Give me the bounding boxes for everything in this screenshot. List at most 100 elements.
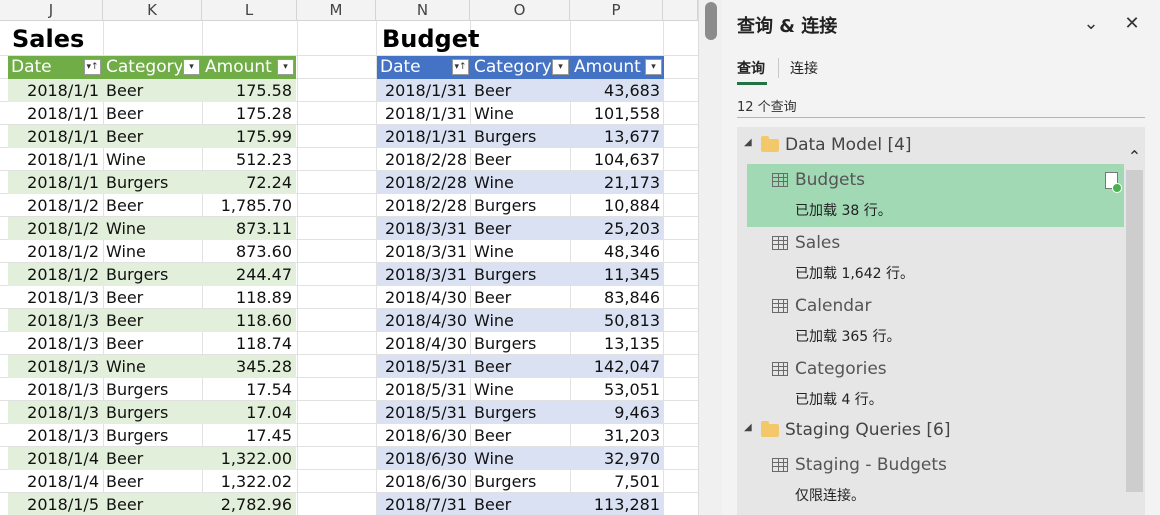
column-header[interactable]: N xyxy=(376,0,470,21)
table-cell[interactable]: 2018/1/4 xyxy=(8,470,103,493)
table-cell[interactable]: 1,322.02 xyxy=(202,470,296,493)
table-cell[interactable]: Burgers xyxy=(103,401,202,424)
table-row[interactable]: 2018/3/31 Burgers 11,345 xyxy=(377,263,664,286)
table-row[interactable]: 2018/4/30 Burgers 13,135 xyxy=(377,332,664,355)
table-cell[interactable]: 2018/1/2 xyxy=(8,217,103,240)
scrollbar-thumb[interactable] xyxy=(705,2,717,40)
query-item-sales[interactable]: Sales 已加载 1,642 行。 xyxy=(747,227,1124,290)
table-row[interactable]: 2018/1/1 Beer 175.58 xyxy=(8,79,296,102)
table-cell[interactable]: 175.58 xyxy=(202,79,296,102)
table-cell[interactable]: 2018/1/3 xyxy=(8,401,103,424)
table-row[interactable]: 2018/2/28 Wine 21,173 xyxy=(377,171,664,194)
table-cell[interactable]: 31,203 xyxy=(571,424,664,447)
table-cell[interactable]: 2018/5/31 xyxy=(377,355,471,378)
table-row[interactable]: 2018/3/31 Beer 25,203 xyxy=(377,217,664,240)
table-cell[interactable]: 2018/4/30 xyxy=(377,309,471,332)
table-row[interactable]: 2018/6/30 Wine 32,970 xyxy=(377,447,664,470)
table-row[interactable]: 2018/1/31 Wine 101,558 xyxy=(377,102,664,125)
table-cell[interactable]: Burgers xyxy=(103,171,202,194)
table-cell[interactable]: Beer xyxy=(471,79,571,102)
table-cell[interactable]: 2018/1/3 xyxy=(8,355,103,378)
table-cell[interactable]: 118.89 xyxy=(202,286,296,309)
table-cell[interactable]: 10,884 xyxy=(571,194,664,217)
table-cell[interactable]: 50,813 xyxy=(571,309,664,332)
table-cell[interactable]: Wine xyxy=(471,447,571,470)
column-header[interactable]: P xyxy=(570,0,663,21)
table-cell[interactable]: Wine xyxy=(471,378,571,401)
table-row[interactable]: 2018/5/31 Burgers 9,463 xyxy=(377,401,664,424)
table-cell[interactable]: Beer xyxy=(103,447,202,470)
filter-dropdown-icon[interactable]: ▾ xyxy=(552,59,569,75)
table-cell[interactable]: 113,281 xyxy=(571,493,664,515)
table-cell[interactable]: 2018/4/30 xyxy=(377,332,471,355)
table-cell[interactable]: 244.47 xyxy=(202,263,296,286)
table-cell[interactable]: 2018/5/31 xyxy=(377,378,471,401)
table-cell[interactable]: 2018/1/1 xyxy=(8,171,103,194)
table-cell[interactable]: 2018/2/28 xyxy=(377,194,471,217)
table-cell[interactable]: 2018/1/4 xyxy=(8,447,103,470)
table-cell[interactable]: Burgers xyxy=(103,263,202,286)
table-row[interactable]: 2018/1/2 Wine 873.11 xyxy=(8,217,296,240)
table-cell[interactable]: Wine xyxy=(103,240,202,263)
table-cell[interactable]: 2018/3/31 xyxy=(377,263,471,286)
table-cell[interactable]: 175.28 xyxy=(202,102,296,125)
table-cell[interactable]: 2018/6/30 xyxy=(377,447,471,470)
table-row[interactable]: 2018/1/4 Beer 1,322.02 xyxy=(8,470,296,493)
filter-dropdown-icon[interactable]: ▾↑ xyxy=(84,59,101,75)
table-cell[interactable]: 2018/3/31 xyxy=(377,240,471,263)
table-cell[interactable]: 104,637 xyxy=(571,148,664,171)
table-row[interactable]: 2018/2/28 Beer 104,637 xyxy=(377,148,664,171)
table-cell[interactable]: Beer xyxy=(471,424,571,447)
table-cell[interactable]: 2018/1/3 xyxy=(8,378,103,401)
table-cell[interactable]: Beer xyxy=(103,194,202,217)
table-cell[interactable]: 2018/1/3 xyxy=(8,332,103,355)
table-cell[interactable]: 101,558 xyxy=(571,102,664,125)
table-row[interactable]: 2018/3/31 Wine 48,346 xyxy=(377,240,664,263)
table-row[interactable]: 2018/1/1 Burgers 72.24 xyxy=(8,171,296,194)
table-row[interactable]: 2018/1/3 Beer 118.60 xyxy=(8,309,296,332)
expand-triangle-icon[interactable]: ◢ xyxy=(744,137,752,148)
table-cell[interactable]: Beer xyxy=(471,493,571,515)
table-cell[interactable]: 2018/6/30 xyxy=(377,424,471,447)
table-cell[interactable]: 17.54 xyxy=(202,378,296,401)
table-cell[interactable]: Burgers xyxy=(471,125,571,148)
peek-page-icon[interactable] xyxy=(1105,172,1122,193)
table-row[interactable]: 2018/1/1 Beer 175.28 xyxy=(8,102,296,125)
table-cell[interactable]: 83,846 xyxy=(571,286,664,309)
table-cell[interactable]: 13,135 xyxy=(571,332,664,355)
table-cell[interactable]: 2018/1/31 xyxy=(377,125,471,148)
table-cell[interactable]: 873.60 xyxy=(202,240,296,263)
filter-dropdown-icon[interactable]: ▾ xyxy=(645,59,662,75)
table-row[interactable]: 2018/1/3 Burgers 17.45 xyxy=(8,424,296,447)
table-cell[interactable]: Beer xyxy=(103,102,202,125)
table-cell[interactable]: 2018/1/1 xyxy=(8,125,103,148)
table-cell[interactable]: 1,785.70 xyxy=(202,194,296,217)
table-cell[interactable]: Burgers xyxy=(103,378,202,401)
query-list[interactable]: ◢ Data Model [4] Budgets 已加载 38 行。 Sales 已加载 … xyxy=(737,127,1125,515)
table-row[interactable]: 2018/7/31 Beer 113,281 xyxy=(377,493,664,515)
table-cell[interactable]: 25,203 xyxy=(571,217,664,240)
table-cell[interactable]: 17.04 xyxy=(202,401,296,424)
table-cell[interactable]: Wine xyxy=(103,217,202,240)
table-cell[interactable]: Burgers xyxy=(471,263,571,286)
table-cell[interactable]: 9,463 xyxy=(571,401,664,424)
table-row[interactable]: 2018/1/4 Beer 1,322.00 xyxy=(8,447,296,470)
table-cell[interactable]: Beer xyxy=(103,332,202,355)
table-cell[interactable]: 2018/2/28 xyxy=(377,148,471,171)
table-cell[interactable]: 72.24 xyxy=(202,171,296,194)
table-row[interactable]: 2018/4/30 Wine 50,813 xyxy=(377,309,664,332)
table-cell[interactable]: Wine xyxy=(471,102,571,125)
table-cell[interactable]: 43,683 xyxy=(571,79,664,102)
table-cell[interactable]: Beer xyxy=(471,355,571,378)
table-cell[interactable]: Wine xyxy=(103,355,202,378)
table-cell[interactable]: 142,047 xyxy=(571,355,664,378)
table-cell[interactable]: 21,173 xyxy=(571,171,664,194)
query-item-categories[interactable]: Categories 已加载 4 行。 xyxy=(747,353,1124,416)
table-row[interactable]: 2018/1/31 Burgers 13,677 xyxy=(377,125,664,148)
table-cell[interactable]: 2018/2/28 xyxy=(377,171,471,194)
table-cell[interactable]: 2018/1/5 xyxy=(8,493,103,515)
filter-dropdown-icon[interactable]: ▾ xyxy=(277,59,294,75)
table-cell[interactable]: Beer xyxy=(103,125,202,148)
table-cell[interactable]: 48,346 xyxy=(571,240,664,263)
table-row[interactable]: 2018/1/31 Beer 43,683 xyxy=(377,79,664,102)
